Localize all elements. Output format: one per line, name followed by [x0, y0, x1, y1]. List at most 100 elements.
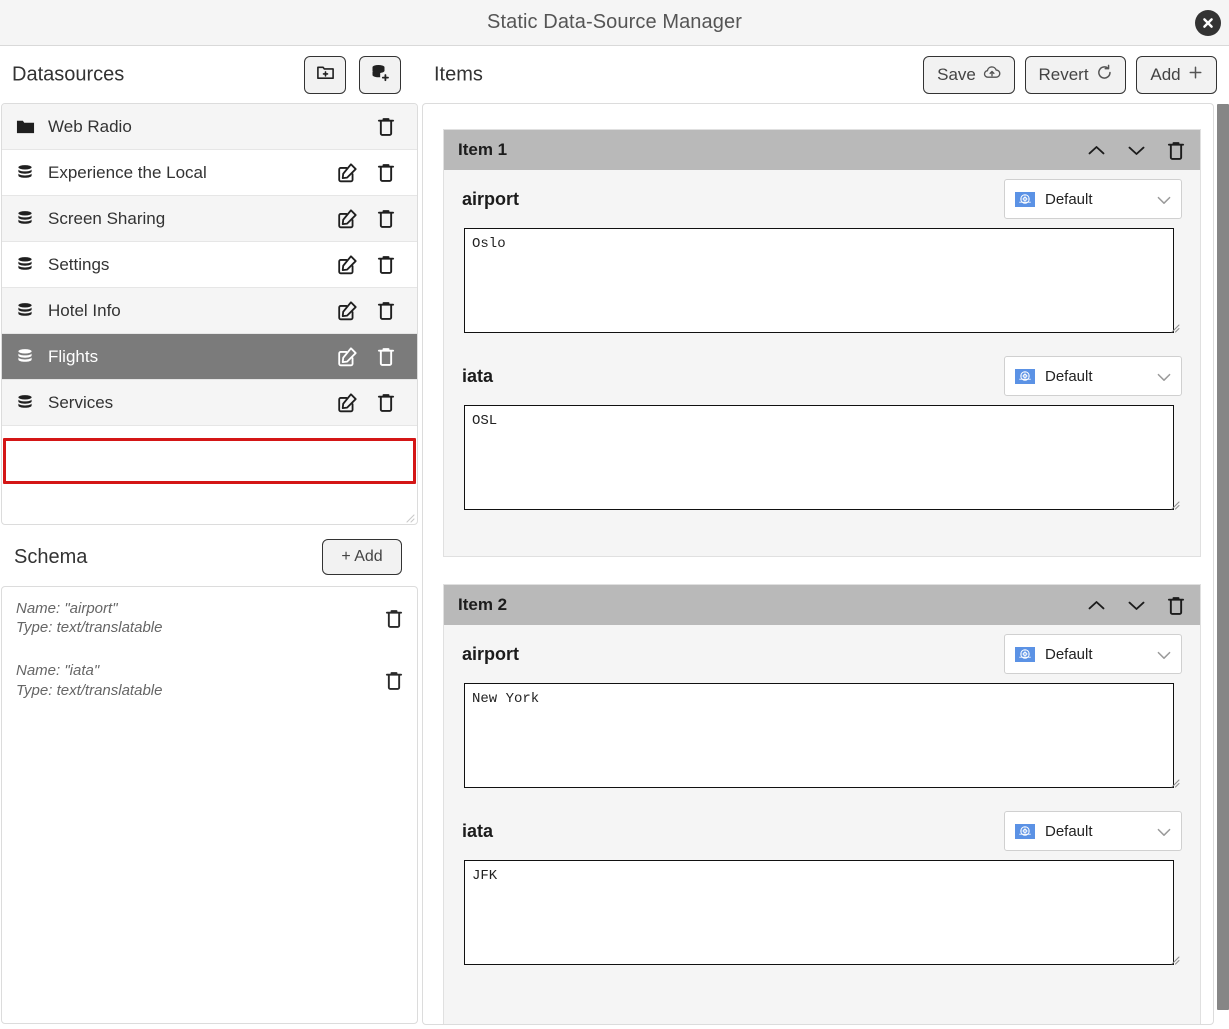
datasource-row[interactable]: Web Radio [2, 104, 417, 150]
datasource-row[interactable]: Settings [2, 242, 417, 288]
trash-icon[interactable] [375, 162, 397, 184]
panel-resize-grip[interactable] [403, 510, 415, 523]
datasource-row[interactable]: Screen Sharing [2, 196, 417, 242]
field-row: iata Default [462, 802, 1182, 860]
schema-add-button[interactable]: + Add [322, 539, 402, 575]
datasource-name: Settings [48, 254, 110, 274]
language-select[interactable]: Default [1004, 634, 1182, 674]
edit-icon[interactable] [336, 300, 358, 322]
language-select-value: Default [1045, 190, 1093, 208]
field-textarea[interactable]: New York [464, 683, 1174, 788]
schema-header: Schema + Add [0, 528, 418, 586]
field-row: airport Default [462, 625, 1182, 683]
field-textarea-wrap: Oslo [462, 228, 1182, 333]
trash-icon[interactable] [375, 392, 397, 414]
schema-entry-text: Name: "airport" Type: text/translatable [16, 599, 383, 637]
field-row: iata Default [462, 347, 1182, 405]
datasource-row-actions [336, 300, 397, 322]
field-textarea[interactable]: JFK [464, 860, 1174, 965]
datasource-name: Web Radio [48, 116, 132, 136]
datasource-name: Experience the Local [48, 162, 207, 182]
save-button-label: Save [937, 65, 976, 84]
datasource-list-panel: Web Radio Experience the Local Screen Shar… [1, 103, 418, 525]
trash-icon[interactable] [375, 300, 397, 322]
folder-plus-icon [316, 63, 335, 87]
items-content-panel: Item 1 airport Default Oslo iata Default OSL It… [422, 103, 1214, 1025]
field-label: iata [462, 820, 494, 841]
database-plus-icon [370, 63, 390, 88]
textarea-resize-grip[interactable] [1169, 320, 1180, 333]
add-datasource-button[interactable] [359, 56, 401, 94]
textarea-resize-grip[interactable] [1169, 952, 1180, 965]
datasource-name: Screen Sharing [48, 208, 166, 228]
trash-icon[interactable] [375, 116, 397, 138]
edit-icon[interactable] [336, 254, 358, 276]
textarea-resize-grip[interactable] [1169, 497, 1180, 510]
edit-icon[interactable] [336, 162, 358, 184]
datasource-row[interactable]: Flights [2, 334, 417, 380]
items-scrollbar-thumb[interactable] [1217, 104, 1229, 1010]
folder-icon [14, 116, 36, 138]
revert-button[interactable]: Revert [1025, 56, 1126, 94]
language-select[interactable]: Default [1004, 811, 1182, 851]
schema-entry-name: Name: "iata" [16, 662, 100, 680]
un-flag-icon [1015, 368, 1035, 384]
field-textarea-wrap: JFK [462, 860, 1182, 965]
textarea-resize-grip[interactable] [1169, 775, 1180, 788]
close-icon[interactable] [1195, 9, 1221, 36]
trash-icon[interactable] [1164, 138, 1188, 162]
field-textarea[interactable]: Oslo [464, 228, 1174, 333]
selected-row-highlight [3, 438, 416, 484]
field-textarea-wrap: OSL [462, 405, 1182, 510]
datasource-row[interactable]: Hotel Info [2, 288, 417, 334]
trash-icon[interactable] [383, 607, 405, 629]
chevron-up-icon[interactable] [1084, 593, 1108, 617]
database-icon [14, 254, 36, 276]
field-textarea[interactable]: OSL [464, 405, 1174, 510]
schema-entry-text: Name: "iata" Type: text/translatable [16, 661, 383, 699]
revert-button-label: Revert [1038, 65, 1089, 84]
database-icon [14, 162, 36, 184]
language-select-value: Default [1045, 645, 1093, 663]
item-card-actions [1084, 138, 1188, 162]
datasource-row[interactable]: Experience the Local [2, 150, 417, 196]
field-spacer [462, 788, 1182, 802]
database-icon [14, 208, 36, 230]
language-select-value: Default [1045, 822, 1093, 840]
un-flag-icon [1015, 646, 1035, 662]
un-flag-icon [1015, 191, 1035, 207]
datasource-row-actions [336, 346, 397, 368]
schema-row: Name: "airport" Type: text/translatable [2, 587, 417, 649]
language-select[interactable]: Default [1004, 179, 1182, 219]
trash-icon[interactable] [1164, 593, 1188, 617]
add-button-label: Add [1150, 65, 1181, 84]
items-scrollbar-track[interactable] [1216, 104, 1229, 1029]
add-item-button[interactable]: Add [1136, 56, 1217, 94]
item-card-title: Item 1 [458, 140, 508, 159]
chevron-down-icon [1157, 647, 1171, 661]
schema-panel: Name: "airport" Type: text/translatable Na… [1, 586, 418, 1024]
cloud-upload-icon [983, 65, 1001, 85]
add-folder-button[interactable] [304, 56, 346, 94]
schema-entry-type: Type: text/translatable [16, 681, 163, 699]
field-label: airport [462, 643, 520, 664]
field-label: airport [462, 188, 520, 209]
item-field-block: airport Default New York iata Default JFK [444, 625, 1200, 965]
edit-icon[interactable] [336, 346, 358, 368]
trash-icon[interactable] [383, 670, 405, 692]
schema-entry-name: Name: "airport" [16, 600, 118, 617]
plus-icon [1188, 65, 1203, 85]
chevron-up-icon[interactable] [1084, 138, 1108, 162]
datasource-row[interactable]: Services [2, 380, 417, 426]
chevron-down-icon[interactable] [1124, 593, 1148, 617]
edit-icon[interactable] [336, 392, 358, 414]
trash-icon[interactable] [375, 208, 397, 230]
trash-icon[interactable] [375, 346, 397, 368]
item-card-actions [1084, 593, 1188, 617]
trash-icon[interactable] [375, 254, 397, 276]
chevron-down-icon[interactable] [1124, 138, 1148, 162]
edit-icon[interactable] [336, 208, 358, 230]
datasources-header-label: Datasources [12, 63, 125, 86]
language-select[interactable]: Default [1004, 356, 1182, 396]
save-button[interactable]: Save [923, 56, 1015, 94]
